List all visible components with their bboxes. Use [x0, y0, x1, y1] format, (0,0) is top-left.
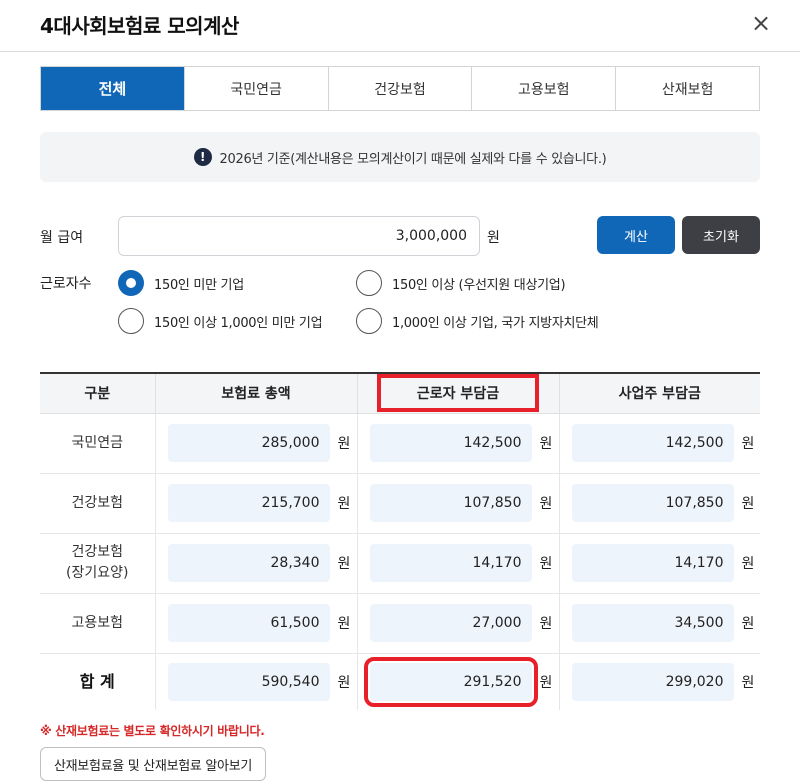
salary-input[interactable]	[118, 216, 480, 256]
unit-label: 원	[741, 616, 755, 632]
employer-value: 107,850	[571, 484, 734, 522]
radio-unchecked-icon	[118, 308, 144, 334]
salary-label: 월 급여	[40, 230, 84, 246]
table-row: 건강보험 215,700 원 107,850 원 107,850 원	[40, 473, 760, 534]
radio-under-150[interactable]: 150인 미만 기업	[118, 270, 244, 296]
row-name: 건강보험 (장기요양)	[40, 533, 155, 594]
salary-unit: 원	[487, 230, 500, 246]
radio-150-to-1000[interactable]: 150인 이상 1,000인 미만 기업	[118, 308, 323, 334]
employee-value: 14,170	[369, 544, 532, 582]
table-row: 고용보험 61,500 원 27,000 원 34,500 원	[40, 593, 760, 654]
radio-unchecked-icon	[356, 270, 382, 296]
total-value: 215,700	[167, 484, 330, 522]
close-icon[interactable]: ×	[746, 8, 776, 38]
total-value: 28,340	[167, 544, 330, 582]
table-header-row: 구분 보험료 총액 근로자 부담금 사업주 부담금	[40, 373, 760, 414]
table-total-row: 합 계 590,540 원 291,520 원 299,020 원	[40, 653, 760, 710]
tab-industrial-accident[interactable]: 산재보험	[615, 67, 759, 110]
tab-all[interactable]: 전체	[41, 67, 184, 110]
insurance-tabs: 전체 국민연금 건강보험 고용보험 산재보험	[40, 66, 760, 111]
notice-banner: ! 2026년 기준(계산내용은 모의계산이기 때문에 실제와 다를 수 있습니…	[40, 132, 760, 182]
radio-150-priority[interactable]: 150인 이상 (우선지원 대상기업)	[356, 270, 566, 296]
employee-value: 27,000	[369, 604, 532, 642]
tab-national-pension[interactable]: 국민연금	[183, 67, 328, 110]
unit-label: 원	[337, 436, 351, 452]
industrial-accident-warning: ※ 산재보험료는 별도로 확인하시기 바랍니다.	[40, 724, 265, 738]
sum-employee-value-highlight: 291,520	[363, 656, 538, 707]
sum-employer-value: 299,020	[571, 662, 734, 701]
unit-label: 원	[741, 674, 755, 691]
radio-over-1000[interactable]: 1,000인 이상 기업, 국가 지방자치단체	[356, 308, 599, 334]
unit-label: 원	[337, 674, 351, 691]
header-employee: 근로자 부담금	[356, 373, 559, 414]
table-row: 건강보험 (장기요양) 28,340 원 14,170 원 14,170 원	[40, 533, 760, 594]
tab-health-insurance[interactable]: 건강보험	[327, 67, 472, 110]
calculate-button[interactable]: 계산	[597, 216, 675, 254]
employer-value: 142,500	[571, 424, 734, 462]
row-name: 고용보험	[40, 593, 155, 654]
unit-label: 원	[539, 616, 553, 632]
unit-label: 원	[337, 496, 351, 512]
employer-value: 14,170	[571, 544, 734, 582]
premium-table: 구분 보험료 총액 근로자 부담금 사업주 부담금 국민연금 285,000 원 …	[40, 372, 760, 710]
unit-label: 원	[741, 496, 755, 512]
unit-label: 원	[539, 436, 553, 452]
unit-label: 원	[539, 496, 553, 512]
radio-label: 150인 이상 (우선지원 대상기업)	[392, 277, 566, 293]
header-category: 구분	[40, 373, 155, 414]
employer-value: 34,500	[571, 604, 734, 642]
unit-label: 원	[741, 556, 755, 572]
employee-value: 142,500	[369, 424, 532, 462]
workers-label: 근로자수	[40, 276, 92, 292]
row-name: 건강보험	[40, 473, 155, 534]
dialog-title: 4대사회보험료 모의계산	[40, 14, 239, 38]
tab-employment-insurance[interactable]: 고용보험	[471, 67, 615, 110]
unit-label: 원	[539, 556, 553, 572]
exclamation-icon: !	[193, 148, 212, 166]
radio-checked-icon	[118, 270, 144, 296]
total-row-name: 합 계	[79, 671, 115, 691]
row-name: 국민연금	[40, 413, 155, 474]
total-value: 285,000	[167, 424, 330, 462]
sum-total-value: 590,540	[167, 662, 330, 701]
radio-unchecked-icon	[356, 308, 382, 334]
radio-label: 150인 이상 1,000인 미만 기업	[154, 315, 323, 331]
table-row: 국민연금 285,000 원 142,500 원 142,500 원	[40, 413, 760, 474]
employee-header-highlight: 근로자 부담금	[376, 374, 540, 413]
dialog-header: 4대사회보험료 모의계산 ×	[0, 0, 800, 52]
radio-label: 150인 미만 기업	[154, 277, 244, 293]
radio-label: 1,000인 이상 기업, 국가 지방자치단체	[392, 315, 599, 331]
unit-label: 원	[337, 616, 351, 632]
unit-label: 원	[539, 674, 553, 691]
notice-text: 2026년 기준(계산내용은 모의계산이기 때문에 실제와 다를 수 있습니다.…	[219, 151, 607, 167]
unit-label: 원	[337, 556, 351, 572]
industrial-accident-info-button[interactable]: 산재보험료율 및 산재보험료 알아보기	[40, 747, 266, 781]
reset-button[interactable]: 초기화	[682, 216, 760, 254]
header-employer: 사업주 부담금	[558, 373, 760, 414]
employee-value: 107,850	[369, 484, 532, 522]
unit-label: 원	[741, 436, 755, 452]
total-value: 61,500	[167, 604, 330, 642]
header-total: 보험료 총액	[154, 373, 357, 414]
